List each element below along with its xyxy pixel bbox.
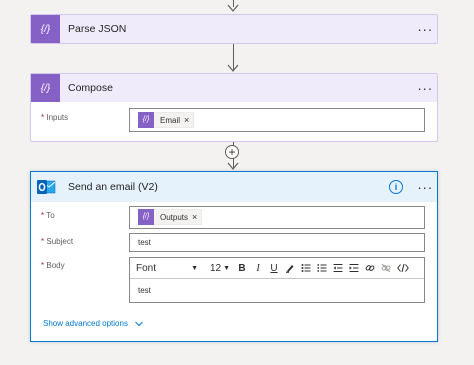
remove-token-icon[interactable]: × [184, 115, 189, 125]
numbered-list-icon[interactable] [314, 258, 330, 278]
bold-button[interactable]: B [234, 258, 250, 278]
body-editor[interactable]: Font ▼ 12 ▼ B I U test [129, 257, 425, 303]
arrow-down-icon [227, 162, 239, 170]
italic-button[interactable]: I [250, 258, 266, 278]
inputs-field[interactable]: {/} Email × [129, 108, 425, 132]
compose-action-card[interactable]: {/} Compose ··· * Inputs {/} Email × [30, 73, 438, 142]
remove-link-icon[interactable] [378, 258, 394, 278]
outputs-token[interactable]: {/} Outputs × [138, 208, 203, 225]
to-label: * To [41, 211, 55, 220]
to-field[interactable]: {/} Outputs × [129, 206, 425, 229]
parse-json-header[interactable]: {/} Parse JSON ··· [31, 15, 437, 43]
curly-braces-icon: {/} [138, 111, 154, 128]
arrow-down-icon [227, 4, 239, 12]
insert-link-icon[interactable] [362, 258, 378, 278]
underline-button[interactable]: U [266, 258, 282, 278]
send-email-title: Send an email (V2) [68, 181, 158, 193]
email-token[interactable]: {/} Email × [138, 111, 195, 128]
curly-braces-icon: {/} [31, 74, 60, 102]
caret-down-icon: ▼ [191, 264, 198, 272]
outlook-icon [31, 172, 60, 202]
show-advanced-options-link[interactable]: Show advanced options [43, 319, 144, 328]
subject-field[interactable]: test [129, 233, 425, 252]
body-label: * Body [41, 261, 65, 270]
parse-json-title: Parse JSON [68, 23, 127, 35]
arrow-down-icon [227, 64, 239, 72]
font-size-dropdown[interactable]: 12 ▼ [206, 258, 234, 278]
parse-json-action-card[interactable]: {/} Parse JSON ··· [30, 14, 438, 44]
font-dropdown[interactable]: Font ▼ [130, 258, 204, 278]
subject-value: test [138, 238, 151, 247]
increase-indent-icon[interactable] [346, 258, 362, 278]
more-options-icon[interactable]: ··· [413, 179, 437, 195]
chevron-down-icon [135, 321, 143, 326]
add-step-button[interactable]: + [225, 145, 239, 159]
code-view-icon[interactable] [394, 258, 412, 278]
more-options-icon[interactable]: ··· [413, 80, 437, 96]
compose-header[interactable]: {/} Compose ··· [31, 74, 437, 102]
decrease-indent-icon[interactable] [330, 258, 346, 278]
rich-text-toolbar: Font ▼ 12 ▼ B I U [130, 258, 424, 279]
caret-down-icon: ▼ [223, 264, 231, 272]
send-email-action-card[interactable]: Send an email (V2) i ··· * To {/} Output… [30, 171, 438, 342]
inputs-label: * Inputs [41, 113, 69, 122]
send-email-header[interactable]: Send an email (V2) i ··· [31, 172, 437, 202]
highlight-pen-icon[interactable] [282, 258, 298, 278]
bulleted-list-icon[interactable] [298, 258, 314, 278]
curly-braces-icon: {/} [138, 208, 154, 225]
remove-token-icon[interactable]: × [192, 212, 197, 222]
curly-braces-icon: {/} [31, 15, 60, 43]
info-icon[interactable]: i [389, 180, 403, 194]
more-options-icon[interactable]: ··· [413, 21, 437, 37]
subject-label: * Subject [41, 237, 74, 246]
body-value: test [138, 286, 151, 295]
compose-title: Compose [68, 82, 113, 94]
